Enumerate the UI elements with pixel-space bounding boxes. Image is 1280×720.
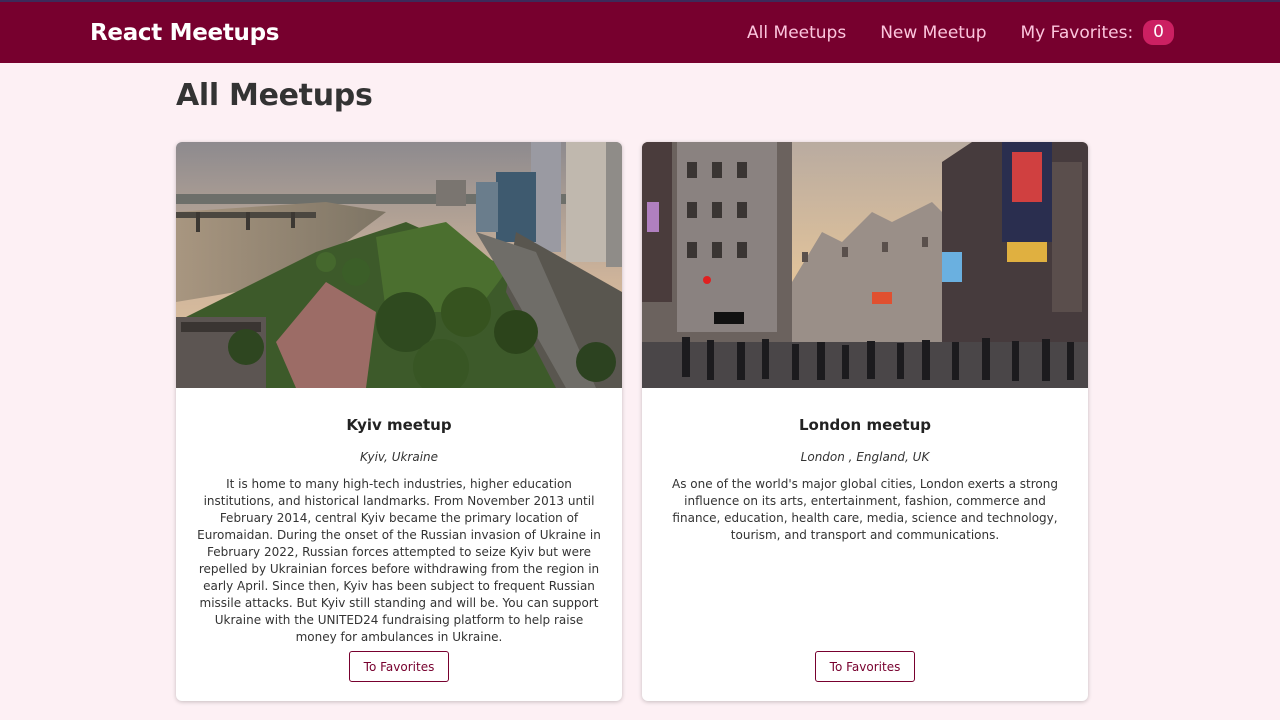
nav-all-meetups[interactable]: All Meetups — [747, 23, 846, 43]
app-logo: React Meetups — [90, 19, 280, 46]
nav-my-favorites-label: My Favorites: — [1020, 22, 1134, 43]
page-title: All Meetups — [176, 78, 373, 113]
to-favorites-button[interactable]: To Favorites — [815, 651, 915, 682]
nav-new-meetup[interactable]: New Meetup — [880, 23, 986, 43]
london-meetup-image — [642, 142, 1088, 388]
nav-my-favorites[interactable]: My Favorites: 0 — [1021, 20, 1174, 45]
meetup-actions: To Favorites — [642, 651, 1088, 682]
meetup-address: London , England, UK — [800, 450, 930, 464]
meetup-address: Kyiv, Ukraine — [359, 450, 439, 464]
meetup-description: As one of the world's major global citie… — [672, 477, 1058, 542]
kyiv-meetup-image — [176, 142, 622, 388]
meetup-card-kyiv: Kyiv meetup Kyiv, Ukraine It is home to … — [176, 142, 622, 701]
favorites-count-badge: 0 — [1143, 20, 1174, 45]
meetup-card-london: London meetup London , England, UK As on… — [642, 142, 1088, 701]
meetup-actions: To Favorites — [176, 651, 622, 682]
meetup-card-content: Kyiv meetup Kyiv, Ukraine It is home to … — [176, 416, 622, 646]
meetup-card-content: London meetup London , England, UK As on… — [642, 416, 1088, 544]
meetup-description: It is home to many high-tech industries,… — [197, 477, 601, 644]
main-nav: All Meetups New Meetup My Favorites: 0 — [713, 20, 1174, 45]
to-favorites-button[interactable]: To Favorites — [349, 651, 449, 682]
main-header: React Meetups All Meetups New Meetup My … — [0, 2, 1280, 63]
meetup-title: Kyiv meetup — [346, 416, 452, 434]
meetup-title: London meetup — [798, 416, 932, 434]
